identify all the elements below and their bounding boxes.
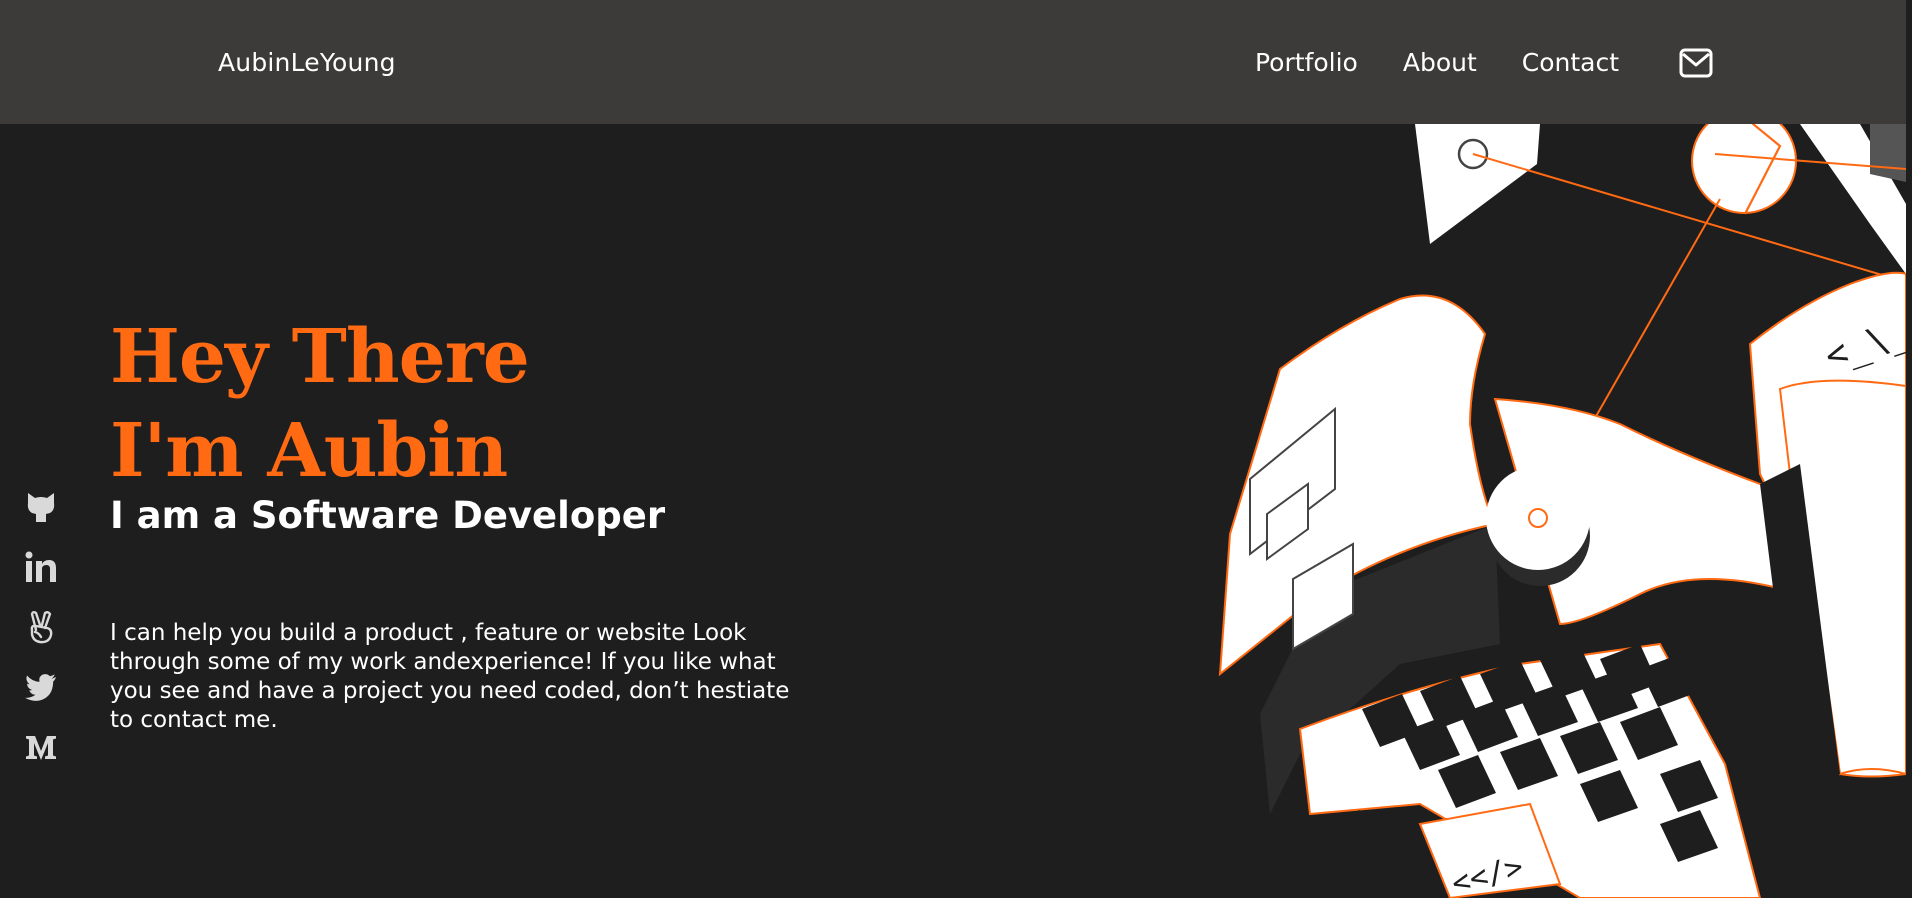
linkedin-icon xyxy=(25,551,56,582)
hero-illustration: <_\_ <</> xyxy=(1218,124,1906,898)
right-edge-strip xyxy=(1906,0,1912,124)
nav-about-link[interactable]: About xyxy=(1403,48,1477,77)
github-link[interactable] xyxy=(24,490,58,524)
social-links xyxy=(24,490,60,790)
hero-heading-line-2: I'm Aubin xyxy=(110,408,508,494)
nav-contact-link[interactable]: Contact xyxy=(1522,48,1619,77)
mail-icon[interactable] xyxy=(1679,48,1713,78)
twitter-link[interactable] xyxy=(24,670,58,704)
main-nav: Portfolio About Contact xyxy=(1255,48,1664,77)
github-icon xyxy=(27,493,55,522)
hero-bio: I can help you build a product , feature… xyxy=(110,620,790,733)
angellist-link[interactable] xyxy=(24,610,58,644)
hero-heading: Hey There I'm Aubin xyxy=(110,310,530,498)
illustration-top-grey-block xyxy=(1870,124,1906,182)
brand-logo-link[interactable]: AubinLeYoung xyxy=(218,48,396,77)
page: AubinLeYoung Portfolio About Contact Hey… xyxy=(0,0,1912,898)
nav-portfolio-link[interactable]: Portfolio xyxy=(1255,48,1358,77)
top-navbar: AubinLeYoung Portfolio About Contact xyxy=(0,0,1906,124)
medium-link[interactable] xyxy=(24,730,58,764)
linkedin-link[interactable] xyxy=(24,550,58,584)
twitter-icon xyxy=(25,674,56,701)
hero-heading-line-1: Hey There xyxy=(110,314,530,400)
hero-subtitle: I am a Software Developer xyxy=(110,494,666,537)
illustration-top-circle xyxy=(1691,124,1797,214)
medium-icon xyxy=(26,736,56,760)
angellist-icon xyxy=(30,611,53,644)
illustration-mid-circle xyxy=(1486,466,1590,570)
